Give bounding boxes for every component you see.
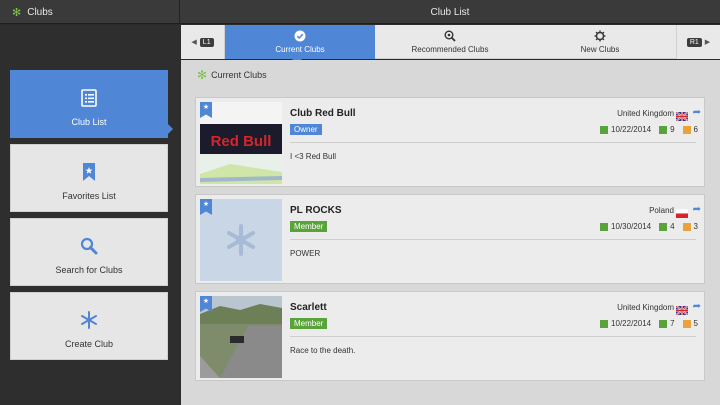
events-icon — [682, 319, 691, 328]
r1-label: R1 — [686, 37, 702, 47]
r1-button[interactable]: R1 ▶ — [676, 25, 720, 59]
club-name: Club Red Bull — [290, 108, 356, 119]
l1-label: L1 — [199, 37, 214, 47]
club-country: United Kingdom — [617, 303, 674, 312]
poland-flag-icon — [675, 205, 689, 218]
club-name: Scarlett — [290, 302, 327, 313]
club-country: Poland — [649, 206, 674, 215]
triangle-right-icon: ▶ — [704, 39, 711, 46]
events-icon — [682, 222, 691, 231]
members-count: 7 — [670, 319, 675, 328]
sidebar-item-club-list[interactable]: Club List — [10, 70, 168, 138]
members-icon — [659, 222, 668, 231]
role-badge: Member — [290, 221, 328, 232]
club-thumbnail: ★ — [200, 296, 282, 378]
section-header: ✻ Current Clubs — [197, 68, 267, 82]
share-icon[interactable]: ➦ — [693, 204, 701, 215]
snowflake-icon — [78, 309, 100, 331]
club-date: 10/22/2014 — [611, 319, 652, 328]
magnifier-icon — [78, 235, 100, 257]
club-stats: 10/22/2014 9 6 — [600, 125, 698, 134]
role-badge: Owner — [290, 124, 322, 135]
club-date: 10/30/2014 — [611, 222, 652, 231]
checkmark-icon — [294, 30, 306, 42]
sidebar: Club List Favorites List Search for Club… — [0, 25, 180, 405]
members-icon — [659, 319, 668, 328]
top-bar: ✻ Clubs Club List — [0, 0, 720, 24]
share-icon[interactable]: ➦ — [693, 301, 701, 312]
members-count: 9 — [670, 125, 675, 134]
thumb-logo-text: Red Bull — [211, 133, 272, 150]
events-count: 3 — [693, 222, 698, 231]
divider — [290, 239, 696, 240]
events-icon — [682, 125, 691, 134]
active-indicator — [168, 124, 173, 134]
sidebar-item-label: Favorites List — [62, 191, 116, 201]
club-card[interactable]: Red Bull ★ Club Red Bull Owner I <3 Red … — [195, 97, 705, 187]
club-stats: 10/22/2014 7 5 — [600, 319, 698, 328]
tab-label: New Clubs — [580, 45, 620, 54]
events-count: 6 — [693, 125, 698, 134]
divider — [290, 336, 696, 337]
section-header-label: Current Clubs — [211, 70, 267, 80]
club-name: PL ROCKS — [290, 205, 342, 216]
uk-flag-icon — [675, 108, 689, 122]
search-plus-icon — [444, 30, 456, 42]
tab-label: Current Clubs — [275, 45, 325, 54]
role-badge: Member — [290, 318, 328, 329]
section-label: Clubs — [27, 6, 53, 18]
sidebar-item-label: Search for Clubs — [55, 265, 123, 275]
divider — [290, 142, 696, 143]
club-description: I <3 Red Bull — [290, 152, 337, 161]
calendar-icon — [600, 319, 609, 328]
star-icon: ✻ — [197, 68, 208, 82]
clubs-star-icon: ✻ — [12, 6, 22, 19]
tab-current-clubs[interactable]: Current Clubs — [225, 25, 375, 59]
l1-button[interactable]: ◀ L1 — [181, 25, 225, 59]
club-thumbnail: ★ — [200, 199, 282, 281]
tab-new-clubs[interactable]: New Clubs — [525, 25, 675, 59]
sidebar-item-search-for-clubs[interactable]: Search for Clubs — [10, 218, 168, 286]
events-count: 5 — [693, 319, 698, 328]
club-description: POWER — [290, 249, 321, 258]
page-title: Club List — [430, 6, 470, 18]
share-icon[interactable]: ➦ — [693, 107, 701, 118]
members-count: 4 — [670, 222, 675, 231]
tab-recommended-clubs[interactable]: Recommended Clubs — [375, 25, 525, 59]
club-date: 10/22/2014 — [611, 125, 652, 134]
sidebar-item-label: Club List — [71, 117, 107, 127]
sidebar-item-create-club[interactable]: Create Club — [10, 292, 168, 360]
sidebar-item-label: Create Club — [64, 339, 114, 349]
gear-icon — [594, 30, 606, 42]
calendar-icon — [600, 222, 609, 231]
club-card[interactable]: ★ Scarlett Member Race to the death. Uni… — [195, 291, 705, 381]
club-thumbnail: Red Bull ★ — [200, 102, 282, 184]
club-description: Race to the death. — [290, 346, 356, 355]
list-icon — [78, 87, 100, 109]
tab-label: Recommended Clubs — [411, 45, 489, 54]
triangle-left-icon: ◀ — [191, 39, 197, 46]
section-indicator: ✻ Clubs — [0, 0, 180, 24]
bookmark-icon — [78, 161, 100, 183]
club-card[interactable]: ★ PL ROCKS Member POWER Poland ➦ 10/30/2… — [195, 194, 705, 284]
club-list-panel: ✻ Current Clubs Red Bull ★ Club Red Bull… — [181, 60, 720, 405]
tab-bar: ◀ L1 Current Clubs Recommended Clubs New… — [181, 25, 720, 64]
sidebar-item-favorites-list[interactable]: Favorites List — [10, 144, 168, 212]
club-country: United Kingdom — [617, 109, 674, 118]
members-icon — [659, 125, 668, 134]
club-stats: 10/30/2014 4 3 — [600, 222, 698, 231]
calendar-icon — [600, 125, 609, 134]
uk-flag-icon — [675, 302, 689, 316]
